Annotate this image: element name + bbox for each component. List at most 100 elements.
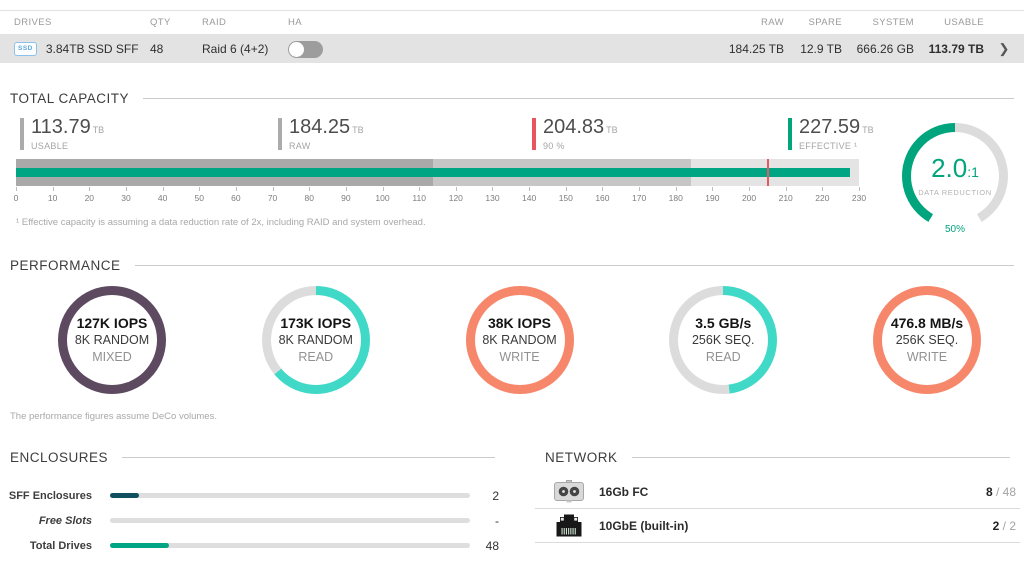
axis-tick (199, 187, 201, 191)
drive-usable: 113.79 TB (928, 42, 984, 56)
axis-tick (822, 187, 824, 191)
raw-marker: 184.25 TB RAW (278, 117, 364, 151)
donut-mode: MIXED (92, 349, 132, 364)
donut-workload: 8K RANDOM (482, 332, 557, 347)
network-port-label: 16Gb FC (599, 484, 649, 499)
axis-tick (749, 187, 751, 191)
network-section: NETWORK 16Gb FC 8 / 48 10GbE (built-in) … (535, 450, 1020, 558)
axis-tick (712, 187, 714, 191)
col-header-drives: DRIVES (14, 17, 52, 28)
col-header-raw: RAW (760, 17, 784, 28)
network-title: NETWORK (545, 450, 618, 465)
enclosure-label: SFF Enclosures (8, 489, 92, 502)
axis-tick-label: 150 (558, 193, 573, 203)
enclosure-bar-track (110, 518, 470, 523)
col-header-raid: RAID (202, 17, 227, 28)
marker-color-bar (532, 118, 536, 150)
usable-value: 113.79 (31, 116, 91, 138)
axis-tick (419, 187, 421, 191)
capacity-markers: 113.79 TB USABLE 184.25 TB RAW 204.83 TB 90… (16, 116, 874, 156)
capacity-axis: 0 10 20 30 40 50 60 70 80 90 100 110 120 130 140 150 160… (13, 186, 866, 204)
axis-tick-label: 30 (121, 193, 131, 203)
axis-tick-label: 90 (341, 193, 351, 203)
usable-unit: TB (92, 125, 105, 135)
axis-tick-label: 200 (741, 193, 757, 203)
enclosure-bar-fill (110, 493, 139, 498)
axis-tick-label: 70 (267, 193, 278, 203)
heading-rule (631, 457, 1010, 458)
capacity-bar (16, 159, 859, 186)
network-row-fc: 16Gb FC 8 / 48 (535, 475, 1020, 509)
enclosure-bar-track (110, 493, 470, 498)
axis-tick-label: 220 (815, 193, 830, 203)
effective-marker: 227.59 TB EFFECTIVE ¹ (788, 117, 874, 151)
drive-spare: 12.9 TB (800, 42, 842, 56)
donut-workload: 256K SEQ. (895, 332, 959, 347)
axis-tick (639, 187, 641, 191)
axis-tick (565, 187, 567, 191)
ninety-percent-unit: TB (606, 125, 618, 135)
axis-tick-label: 60 (231, 193, 241, 203)
network-row-10gbe: 10GbE (built-in) 2 / 2 (535, 509, 1020, 543)
total-capacity-section: TOTAL CAPACITY 113.79 TB USABLE 184.25 TB … (0, 91, 1024, 235)
axis-tick-label: 20 (84, 193, 95, 203)
enclosure-bar-track (110, 543, 470, 548)
data-reduction-gauge: 2.0:1 DATA REDUCTION 50% (902, 123, 1008, 235)
ninety-percent-value: 204.83 (543, 116, 605, 138)
axis-tick (382, 187, 384, 191)
network-port-count: 2 / 2 (992, 518, 1016, 533)
drive-raw: 184.25 TB (728, 42, 784, 56)
enclosure-bar-fill (110, 543, 170, 548)
axis-tick (492, 187, 494, 191)
drive-row[interactable]: SSD 3.84TB SSD SFF 48 Raid 6 (4+2) 184.2… (0, 35, 1024, 63)
raw-label: RAW (289, 141, 311, 151)
col-header-spare: SPARE (808, 17, 842, 28)
heading-rule (122, 457, 495, 458)
donut-random-mixed: 127K IOPS 8K RANDOM MIXED (58, 286, 166, 394)
donut-value: 38K IOPS (487, 314, 552, 331)
enclosure-row-sff: SFF Enclosures 2 (0, 483, 505, 508)
data-reduction-ratio-suffix: :1 (967, 164, 979, 180)
chevron-right-icon[interactable]: ❯ (984, 41, 1024, 57)
axis-tick (235, 187, 237, 191)
axis-tick-label: 210 (778, 193, 793, 203)
col-header-system: SYSTEM (872, 17, 914, 28)
axis-tick-label: 50 (194, 193, 204, 203)
enclosures-section: ENCLOSURES SFF Enclosures 2 Free Slots -… (0, 450, 505, 558)
axis-tick (272, 187, 274, 191)
donut-workload: 256K SEQ. (691, 332, 755, 347)
axis-tick (602, 187, 604, 191)
axis-tick (455, 187, 457, 191)
axis-tick-label: 110 (412, 193, 426, 203)
drives-table-header: DRIVES QTY RAID HA RAW SPARE SYSTEM USAB… (0, 10, 1024, 35)
performance-section: PERFORMANCE 127K IOPS 8K RANDOM MIXED 17… (0, 258, 1024, 422)
data-reduction-value: 2.0 (931, 153, 968, 183)
axis-tick-label: 0 (13, 193, 19, 203)
axis-tick-label: 140 (522, 193, 537, 203)
donut-workload: 8K RANDOM (74, 332, 150, 347)
drive-qty: 48 (150, 42, 164, 56)
donut-seq-write: 476.8 MB/s 256K SEQ. WRITE (873, 286, 981, 394)
axis-tick-label: 170 (631, 193, 647, 203)
effective-capacity-footnote: ¹ Effective capacity is assuming a data … (16, 217, 426, 228)
donut-value: 127K IOPS (76, 314, 148, 331)
donut-mode: WRITE (499, 349, 540, 364)
col-header-ha: HA (288, 17, 302, 28)
ha-toggle-knob (289, 41, 304, 57)
data-reduction-label: DATA REDUCTION (918, 188, 992, 197)
donut-seq-read: 3.5 GB/s 256K SEQ. READ (669, 286, 778, 394)
donut-mode: WRITE (906, 349, 948, 364)
axis-tick (89, 187, 91, 191)
total-capacity-title: TOTAL CAPACITY (10, 91, 130, 106)
axis-tick (125, 187, 127, 191)
ninety-percent-label: 90 % (543, 141, 565, 151)
marker-color-bar (788, 118, 792, 150)
axis-tick (52, 187, 54, 191)
enclosure-label: Total Drives (29, 539, 92, 552)
heading-rule (134, 265, 1014, 266)
ha-toggle[interactable] (288, 40, 323, 58)
axis-tick (785, 187, 787, 191)
donut-random-read: 173K IOPS 8K RANDOM READ (261, 286, 370, 394)
axis-tick (529, 187, 531, 191)
col-header-qty: QTY (150, 17, 171, 28)
